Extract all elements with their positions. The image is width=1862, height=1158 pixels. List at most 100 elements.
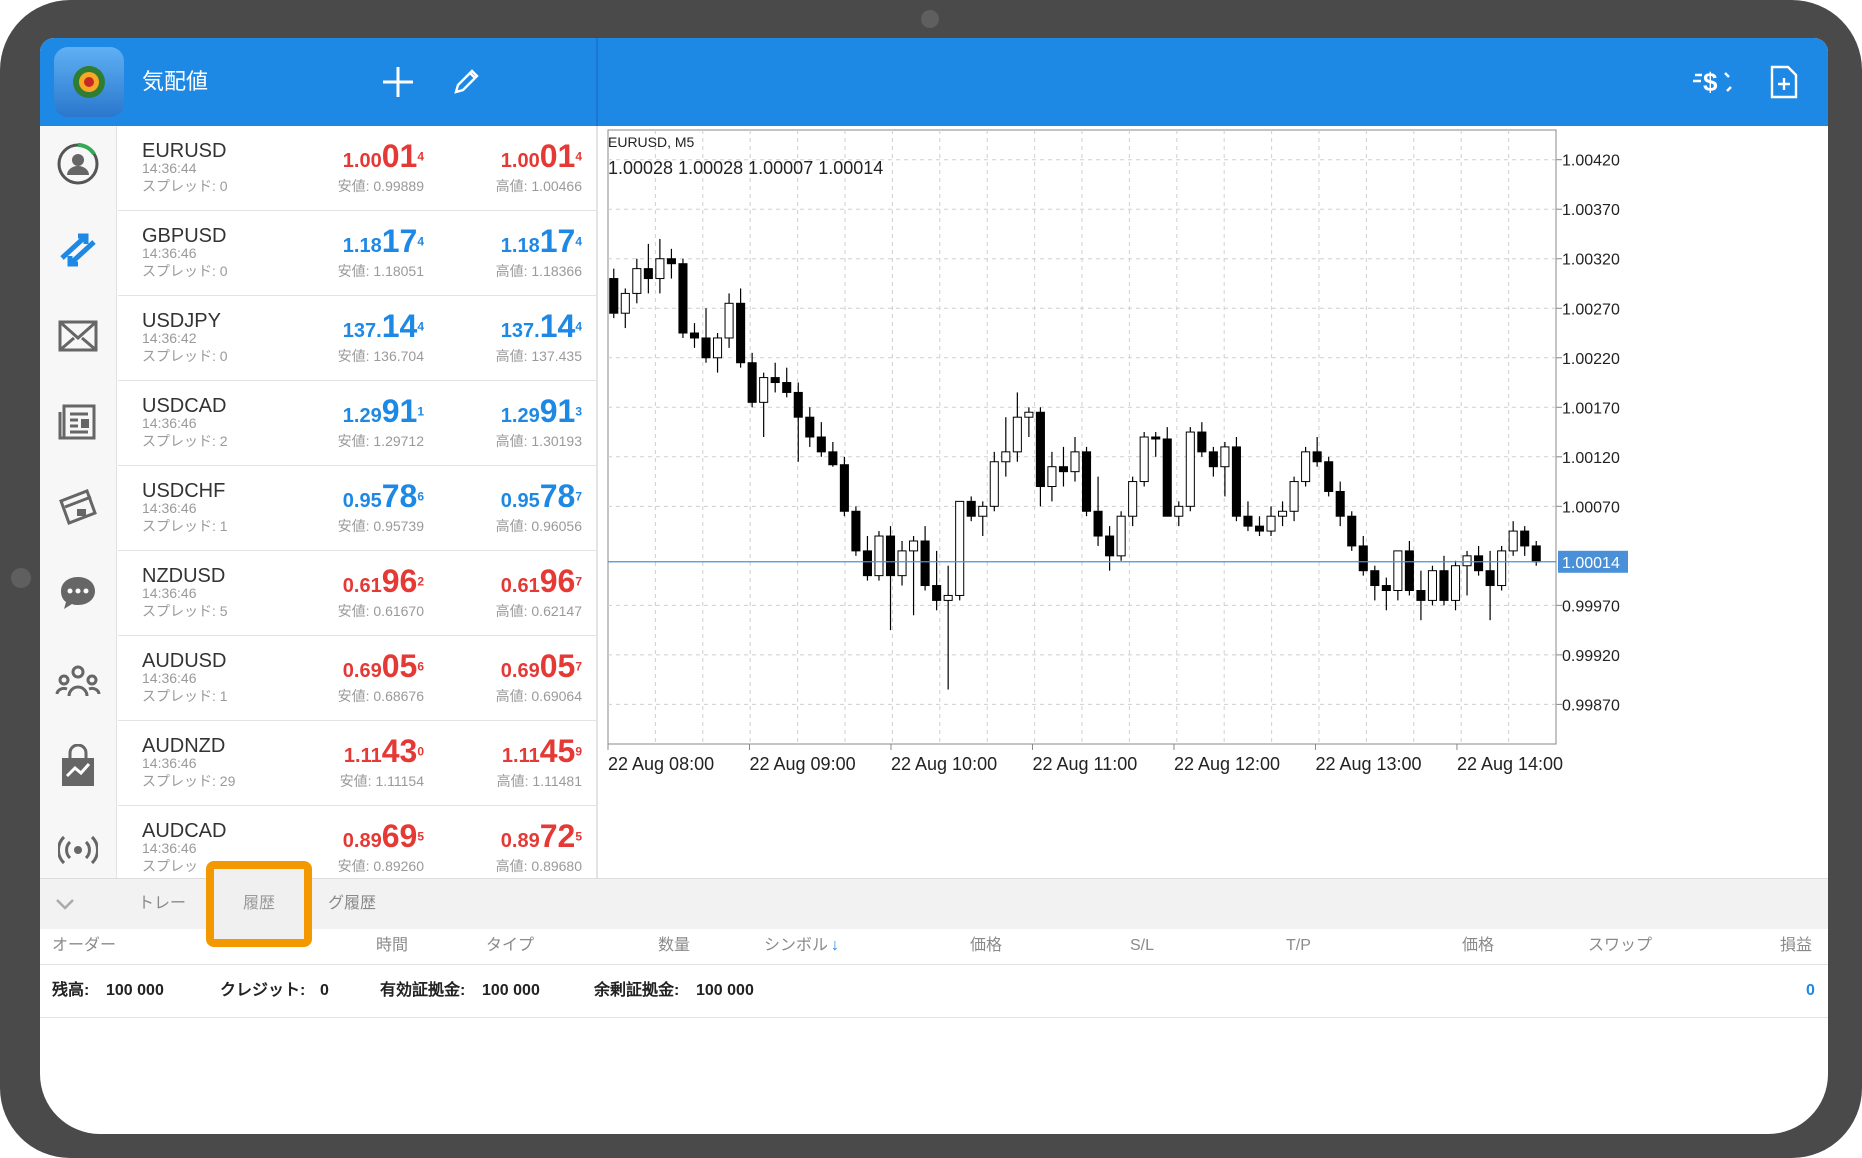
- community-icon[interactable]: [48, 650, 108, 710]
- mail-icon[interactable]: [48, 306, 108, 366]
- candle-body[interactable]: [1393, 550, 1403, 591]
- candle-body[interactable]: [1035, 411, 1045, 488]
- quote-ask-price[interactable]: 0.61967: [501, 563, 582, 600]
- candle-body[interactable]: [736, 302, 746, 364]
- col-symbol[interactable]: シンボル ↓: [764, 928, 839, 964]
- quote-ask-price[interactable]: 1.00014: [501, 138, 582, 175]
- candle-body[interactable]: [1151, 436, 1161, 440]
- quote-row[interactable]: AUDCAD 14:36:46 スプレッ 0.89695 0.89725 安値: 0.89…: [118, 806, 596, 878]
- quote-row[interactable]: EURUSD 14:36:44 スプレッド: 0 1.00014 1.00014 安値: …: [118, 126, 596, 211]
- quote-row[interactable]: GBPUSD 14:36:46 スプレッド: 0 1.18174 1.18174 安値: …: [118, 211, 596, 296]
- candle-body[interactable]: [1335, 490, 1345, 517]
- candle-body[interactable]: [885, 535, 896, 577]
- candle-body[interactable]: [839, 464, 849, 512]
- candle-body[interactable]: [1289, 481, 1299, 512]
- quote-ask-price[interactable]: 0.95787: [501, 478, 582, 515]
- candle-body[interactable]: [701, 337, 711, 359]
- candlestick-chart[interactable]: 1.00420 1.00370 1.00320 1.00270 1.00220 1.001…: [600, 126, 1828, 878]
- candle-body[interactable]: [632, 268, 642, 294]
- candle-body[interactable]: [1001, 451, 1011, 463]
- candle-body[interactable]: [1485, 570, 1495, 587]
- candle-body[interactable]: [1474, 555, 1484, 572]
- candle-body[interactable]: [1024, 411, 1034, 418]
- quote-ask-price[interactable]: 137.144: [501, 308, 582, 345]
- candle-body[interactable]: [978, 505, 988, 517]
- candle-body[interactable]: [1093, 510, 1103, 537]
- candle-body[interactable]: [1070, 451, 1080, 473]
- quote-bid-price[interactable]: 137.144: [343, 308, 424, 345]
- col-current-price[interactable]: 価格: [1462, 928, 1494, 964]
- quote-bid-price[interactable]: 0.89695: [343, 818, 424, 855]
- trade-dollar-icon[interactable]: $: [1690, 60, 1734, 104]
- quotes-arrows-icon[interactable]: [48, 220, 108, 280]
- candle-body[interactable]: [782, 382, 792, 393]
- economic-calendar-icon[interactable]: [48, 478, 108, 538]
- col-tp[interactable]: T/P: [1286, 928, 1311, 964]
- candle-body[interactable]: [943, 594, 953, 601]
- candle-body[interactable]: [1416, 590, 1426, 601]
- candle-body[interactable]: [678, 263, 688, 334]
- candle-body[interactable]: [805, 416, 815, 438]
- quote-bid-price[interactable]: 1.00014: [343, 138, 424, 175]
- col-type[interactable]: タイプ: [486, 928, 534, 964]
- col-swap[interactable]: スワップ: [1588, 928, 1652, 964]
- candle-body[interactable]: [1081, 451, 1092, 512]
- quote-ask-price[interactable]: 1.11459: [502, 733, 582, 770]
- quote-ask-price[interactable]: 0.89725: [501, 818, 582, 855]
- col-volume[interactable]: 数量: [658, 928, 690, 964]
- candle-body[interactable]: [1116, 515, 1126, 557]
- quote-bid-price[interactable]: 0.61962: [343, 563, 424, 600]
- candle-body[interactable]: [620, 292, 630, 314]
- candle-body[interactable]: [966, 500, 976, 517]
- candle-body[interactable]: [816, 436, 826, 453]
- quote-bid-price[interactable]: 0.95786: [343, 478, 424, 515]
- candle-body[interactable]: [1358, 545, 1368, 572]
- candle-body[interactable]: [1220, 446, 1230, 468]
- candle-body[interactable]: [1162, 438, 1172, 517]
- candle-body[interactable]: [713, 337, 723, 359]
- candle-body[interactable]: [1197, 431, 1207, 453]
- candle-body[interactable]: [1497, 550, 1507, 587]
- candle-body[interactable]: [609, 278, 619, 314]
- candle-body[interactable]: [747, 362, 757, 403]
- candle-body[interactable]: [1278, 510, 1288, 517]
- candle-body[interactable]: [1347, 515, 1357, 547]
- candle-body[interactable]: [955, 500, 965, 596]
- quote-ask-price[interactable]: 0.69057: [501, 648, 582, 685]
- candle-body[interactable]: [643, 268, 653, 280]
- app-logo-icon[interactable]: [54, 47, 124, 117]
- candle-body[interactable]: [666, 258, 676, 265]
- candle-body[interactable]: [724, 302, 734, 339]
- candle-body[interactable]: [1266, 515, 1276, 532]
- quote-bid-price[interactable]: 1.29911: [343, 393, 424, 430]
- candle-body[interactable]: [1381, 585, 1391, 592]
- candle-body[interactable]: [874, 535, 884, 577]
- candle-body[interactable]: [1531, 545, 1541, 563]
- new-order-document-icon[interactable]: [1762, 60, 1806, 104]
- candle-body[interactable]: [851, 510, 861, 552]
- col-time[interactable]: 時間: [376, 928, 408, 964]
- candle-body[interactable]: [1439, 570, 1449, 601]
- candle-body[interactable]: [1243, 515, 1253, 527]
- edit-pencil-icon[interactable]: [444, 60, 488, 104]
- candle-body[interactable]: [1301, 451, 1311, 483]
- candle-body[interactable]: [1462, 555, 1472, 567]
- col-sl[interactable]: S/L: [1130, 928, 1154, 964]
- signals-broadcast-icon[interactable]: [48, 820, 108, 880]
- candle-body[interactable]: [1324, 461, 1334, 492]
- candle-body[interactable]: [932, 585, 942, 601]
- candle-body[interactable]: [1058, 466, 1069, 473]
- candle-body[interactable]: [759, 377, 769, 403]
- account-icon[interactable]: [48, 134, 108, 194]
- news-icon[interactable]: [48, 392, 108, 452]
- col-profit[interactable]: 損益: [1780, 928, 1812, 964]
- candle-body[interactable]: [989, 461, 999, 507]
- tab-trade[interactable]: トレー: [138, 879, 186, 929]
- quote-row[interactable]: AUDUSD 14:36:46 スプレッド: 1 0.69056 0.69057 安値: …: [118, 636, 596, 721]
- candle-body[interactable]: [1404, 550, 1414, 591]
- quote-row[interactable]: NZDUSD 14:36:46 スプレッド: 5 0.61962 0.61967 安値: …: [118, 551, 596, 636]
- candle-body[interactable]: [1520, 530, 1530, 547]
- candle-body[interactable]: [1427, 570, 1437, 601]
- candle-body[interactable]: [1508, 530, 1518, 552]
- candle-body[interactable]: [828, 451, 838, 466]
